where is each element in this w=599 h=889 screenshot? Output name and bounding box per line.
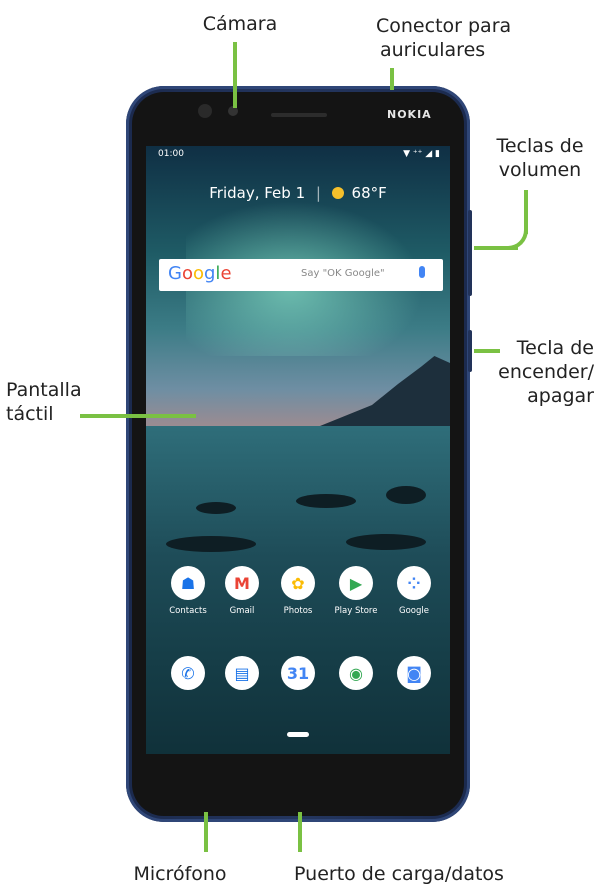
wallpaper-mountain <box>320 356 450 426</box>
volume-callout-curve <box>504 230 528 250</box>
charging-port-callout-line <box>298 812 302 852</box>
dock-item[interactable]: 31 <box>270 656 326 690</box>
home-button[interactable] <box>287 732 309 737</box>
wallpaper-rock <box>166 536 256 552</box>
app-label: Photos <box>283 606 313 616</box>
status-bar: 01:00 ▼ ⁺⁺ ◢ ▮ <box>158 149 442 163</box>
separator: | <box>315 184 321 202</box>
dock-item[interactable]: ◉ <box>328 656 384 690</box>
volume-line2: volumen <box>498 159 582 181</box>
gmail-icon: M <box>225 566 259 600</box>
label-volume-keys: Teclas de volumen <box>480 134 599 182</box>
chrome-icon: ◉ <box>339 656 373 690</box>
date-weather-widget[interactable]: Friday, Feb 1 | 68°F <box>146 184 450 202</box>
dock-item[interactable]: ▤ <box>214 656 270 690</box>
weather-sun-icon <box>331 187 344 199</box>
dock-item[interactable]: ✆ <box>160 656 216 690</box>
headphone-callout-line <box>390 68 394 90</box>
touchscreen-line1: Pantalla <box>6 379 82 401</box>
messages-icon: ▤ <box>225 656 259 690</box>
volume-callout-line-v <box>524 190 528 234</box>
wallpaper-rock <box>386 486 426 504</box>
microphone-callout-line <box>204 812 208 852</box>
dock-item[interactable]: ◙ <box>386 656 442 690</box>
wallpaper-rock <box>196 502 236 514</box>
app-contacts[interactable]: ☗ Contacts <box>160 566 216 616</box>
headphone-jack-line1: Conector para <box>376 15 512 37</box>
app-label: Gmail <box>229 606 255 616</box>
contacts-icon: ☗ <box>171 566 205 600</box>
app-label: Google <box>399 606 429 616</box>
temperature: 68°F <box>351 184 387 202</box>
status-icons: ▼ ⁺⁺ ◢ ▮ <box>403 149 440 159</box>
play-store-icon: ▶ <box>339 566 373 600</box>
label-microphone: Micrófono <box>133 863 227 885</box>
label-power-key: Tecla de encender/ apagar <box>470 336 594 408</box>
label-touchscreen: Pantalla táctil <box>6 378 126 426</box>
label-charging-port: Puerto de carga/datos <box>294 863 504 885</box>
camera-callout-line <box>233 42 237 108</box>
app-gmail[interactable]: M Gmail <box>214 566 270 616</box>
volume-line1: Teclas de <box>496 135 584 157</box>
touchscreen-callout-line <box>80 414 196 418</box>
photos-icon: ✿ <box>281 566 315 600</box>
label-camera: Cámara <box>202 13 278 35</box>
camera-app-icon: ◙ <box>397 656 431 690</box>
app-google[interactable]: ⁘ Google <box>386 566 442 616</box>
earpiece <box>271 113 327 117</box>
power-line2: encender/ <box>498 361 594 383</box>
power-callout-line <box>474 349 500 353</box>
power-line1: Tecla de <box>516 337 594 359</box>
brand-logo: NOKIA <box>387 108 432 121</box>
app-label: Contacts <box>169 606 207 616</box>
volume-keys <box>468 210 472 296</box>
power-line3: apagar <box>527 385 594 407</box>
app-photos[interactable]: ✿ Photos <box>270 566 326 616</box>
status-time: 01:00 <box>158 149 184 159</box>
date-text: Friday, Feb 1 <box>209 184 306 202</box>
mic-icon[interactable] <box>419 266 425 278</box>
calendar-icon: 31 <box>281 656 315 690</box>
wallpaper-rock <box>346 534 426 550</box>
google-folder-icon: ⁘ <box>397 566 431 600</box>
app-play-store[interactable]: ▶ Play Store <box>328 566 384 616</box>
app-label: Play Store <box>334 606 378 616</box>
wallpaper-rock <box>296 494 356 508</box>
label-headphone-jack: Conector para auriculares <box>376 14 576 62</box>
sensor-dot <box>198 104 212 118</box>
search-hint: Say "OK Google" <box>301 268 385 279</box>
headphone-jack-line2: auriculares <box>380 39 486 61</box>
google-search-bar[interactable]: Google Say "OK Google" <box>159 259 443 291</box>
phone-icon: ✆ <box>171 656 205 690</box>
google-logo: Google <box>168 263 232 284</box>
